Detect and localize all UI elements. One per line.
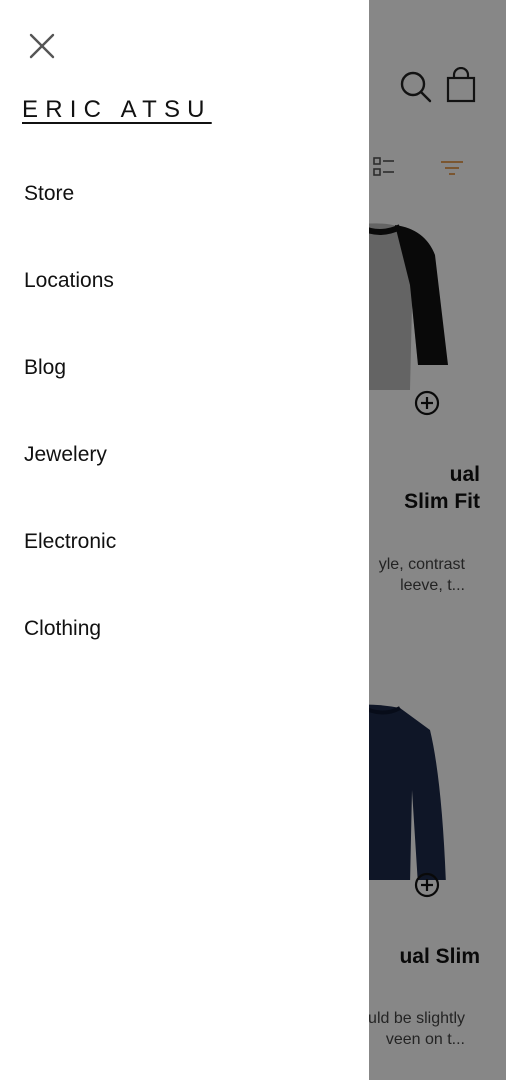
menu-item-blog[interactable]: Blog — [0, 344, 369, 431]
menu-item-clothing[interactable]: Clothing — [0, 605, 369, 692]
navigation-drawer: ERIC ATSU Store Locations Blog Jewelery … — [0, 0, 369, 1080]
brand-logo-text[interactable]: ERIC ATSU — [22, 96, 212, 124]
close-icon[interactable] — [24, 28, 60, 64]
menu-item-electronic[interactable]: Electronic — [0, 518, 369, 605]
menu-item-locations[interactable]: Locations — [0, 257, 369, 344]
menu-item-jewelery[interactable]: Jewelery — [0, 431, 369, 518]
menu-item-store[interactable]: Store — [0, 170, 369, 257]
drawer-menu: Store Locations Blog Jewelery Electronic… — [0, 170, 369, 692]
